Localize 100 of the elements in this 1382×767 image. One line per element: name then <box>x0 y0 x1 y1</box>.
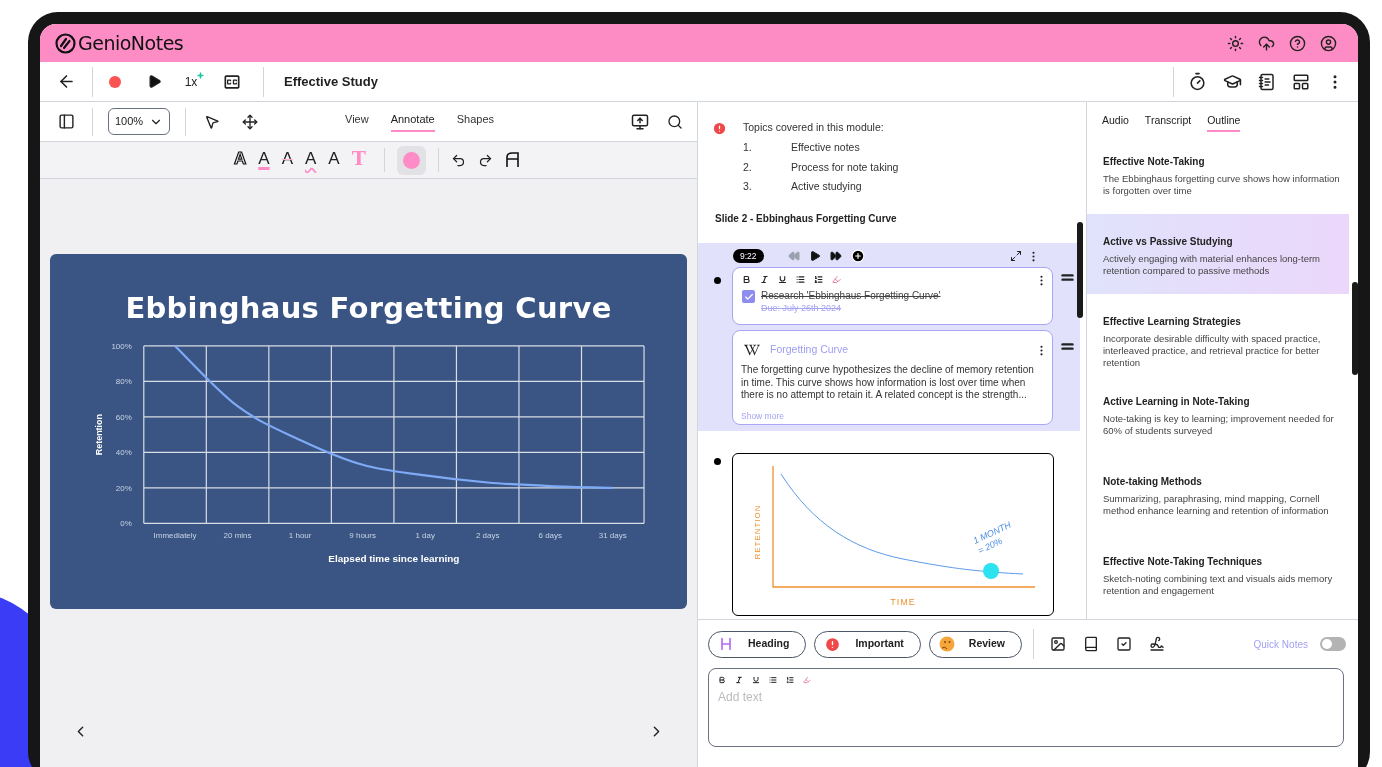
bullet-icon <box>714 277 721 284</box>
axis-tick-label: 9 hours <box>348 531 376 541</box>
timer-icon[interactable] <box>1188 72 1207 91</box>
timestamp-badge: 9:22 <box>733 248 764 264</box>
italic-icon[interactable] <box>735 676 743 684</box>
outline-title: Effective Learning Strategies <box>1103 315 1242 329</box>
view-tab[interactable]: Shapes <box>456 111 494 132</box>
outline-summary: Note-taking is key to learning; improvement needed for 60% of students surveyed <box>1103 413 1335 437</box>
text-style-tool[interactable]: A <box>228 150 253 170</box>
text-style-tool[interactable]: A <box>252 150 276 170</box>
outline-item[interactable]: Active Learning in Note-Taking Note-taking is key to learning; improvement needed for 60% of students surveyed <box>1087 374 1349 454</box>
outline-item[interactable]: Active vs Passive Studying Actively engaging with material enhances long-term retention compared to passive methods <box>1087 214 1349 294</box>
fast-forward-icon[interactable] <box>829 250 842 262</box>
axis-title: Elapsed time since learning <box>327 553 459 565</box>
axis-tick-label: 20% <box>115 483 132 493</box>
text-style-tool[interactable]: A <box>322 150 346 170</box>
highlighter-icon[interactable] <box>832 275 841 284</box>
axis-tick-label: 80% <box>115 377 132 387</box>
book-icon[interactable] <box>1083 636 1100 652</box>
note-input[interactable]: Add text <box>718 688 1334 706</box>
checkbox-icon[interactable] <box>1116 636 1133 652</box>
view-tab[interactable]: Annotate <box>390 111 435 132</box>
account-icon[interactable] <box>1320 34 1337 52</box>
outline-summary: The Ebbinghaus forgetting curve shows how information is forgotten over time <box>1103 173 1341 197</box>
record-icon <box>109 75 121 88</box>
expand-icon[interactable] <box>1010 250 1022 262</box>
zoom-select[interactable]: 100% <box>108 108 170 135</box>
quick-notes-label: Quick Notes <box>1253 637 1308 652</box>
outline-summary: Actively engaging with material enhances long-term retention compared to passive methods <box>1103 253 1322 277</box>
outline-title: Note-taking Methods <box>1103 475 1203 489</box>
outline-title: Active Learning in Note-Taking <box>1103 395 1251 409</box>
axis-tick-label: 31 days <box>598 531 627 541</box>
list-item: Active studying <box>791 179 862 195</box>
panel-tab[interactable]: Audio <box>1102 113 1129 132</box>
toggle-knob <box>1322 639 1332 649</box>
document-title: Effective Study <box>284 72 378 91</box>
axis-tick-label: Immediately <box>153 531 197 541</box>
axis-tick-label: 0% <box>119 519 132 529</box>
bold-icon[interactable] <box>742 275 751 284</box>
numbered-list-icon[interactable] <box>814 275 823 284</box>
exclamation-icon <box>824 635 842 653</box>
graduation-cap-icon[interactable] <box>1223 72 1242 91</box>
logo-icon <box>55 32 76 54</box>
sketch-point <box>983 563 999 579</box>
layout-icon[interactable] <box>1292 72 1310 91</box>
notebook-icon[interactable] <box>1258 72 1276 91</box>
slide-title: Ebbinghaus Forgetting Curve <box>125 290 612 325</box>
scribble-icon[interactable] <box>1149 636 1166 652</box>
sparkle-icon <box>197 72 204 79</box>
underline-icon[interactable] <box>778 275 787 284</box>
italic-icon[interactable] <box>760 275 769 284</box>
axis-tick-label: 1 day <box>414 531 435 541</box>
numbered-list-icon[interactable] <box>786 676 794 684</box>
wikipedia-icon <box>744 342 760 358</box>
redo-icon[interactable] <box>477 152 493 168</box>
image-icon[interactable] <box>1050 636 1067 652</box>
outline-title: Effective Note-Taking <box>1103 155 1206 169</box>
play-icon[interactable] <box>808 250 821 262</box>
outline-item[interactable]: Note-taking Methods Summarizing, paraphrasing, mind mapping, Cornell method enhance learning and retention of information <box>1087 454 1349 534</box>
axis-tick-label: 2 days <box>475 531 499 541</box>
list-item: Effective notes <box>791 139 860 155</box>
task-checkbox[interactable] <box>742 290 755 303</box>
list-number: 3. <box>743 179 753 195</box>
panel-tab[interactable]: Outline <box>1207 113 1241 132</box>
sketch-axis-label: TIME <box>890 597 916 607</box>
bullet-list-icon[interactable] <box>769 676 777 684</box>
bullet-list-icon[interactable] <box>796 275 805 284</box>
outline-summary: Sketch-noting combining text and visuals aids memory retention and engagement <box>1103 573 1334 597</box>
text-frame-icon[interactable] <box>504 152 520 168</box>
bold-icon[interactable] <box>718 676 726 684</box>
undo-icon[interactable] <box>450 152 466 168</box>
help-icon[interactable] <box>1289 34 1306 52</box>
wiki-summary: The forgetting curve hypothesizes the decline of memory retention in time. This curve shows how information is lost over time when there is no attempt to retain it. A related concept is the strength... <box>741 364 1035 402</box>
panel-tab[interactable]: Transcript <box>1144 113 1192 132</box>
axis-title: Retention <box>93 413 104 456</box>
add-icon[interactable] <box>850 249 865 263</box>
text-style-tool[interactable]: A <box>298 150 323 170</box>
speed-button[interactable]: 1x <box>171 62 211 101</box>
underline-icon[interactable] <box>752 676 760 684</box>
view-tab[interactable]: View <box>345 111 369 132</box>
cloud-icon[interactable] <box>1258 34 1275 52</box>
thinking-face-icon <box>938 636 955 652</box>
important-icon <box>712 121 727 136</box>
outline-item[interactable]: Effective Note-Taking The Ebbinghaus forgetting curve shows how information is forgotten over time <box>1087 134 1349 214</box>
axis-tick-label: 1 hour <box>288 531 311 541</box>
present-icon[interactable] <box>631 112 649 131</box>
search-icon[interactable] <box>667 113 683 130</box>
move-icon <box>242 113 258 130</box>
color-swatch[interactable] <box>396 145 426 175</box>
outline-summary: Incorporate desirable difficulty with spaced practice, interleaved practice, and retrieval practice for better retention <box>1103 333 1322 369</box>
brightness-icon[interactable] <box>1227 34 1244 52</box>
play-icon <box>146 74 162 89</box>
pointer-icon <box>204 113 220 130</box>
outline-item[interactable]: Effective Note-Taking Techniques Sketch-noting combining text and visuals aids memory retention and engagement <box>1087 534 1349 614</box>
axis-tick-label: 6 days <box>538 531 562 541</box>
check-icon <box>743 291 754 302</box>
outline-item[interactable]: Effective Learning Strategies Incorporate desirable difficulty with spaced practice, interleaved practice, and retrieval practice for better retention <box>1087 294 1349 374</box>
list-number: 1. <box>743 139 753 155</box>
quick-notes-toggle[interactable] <box>1320 637 1346 651</box>
app-name: GenioNotes <box>78 30 184 56</box>
